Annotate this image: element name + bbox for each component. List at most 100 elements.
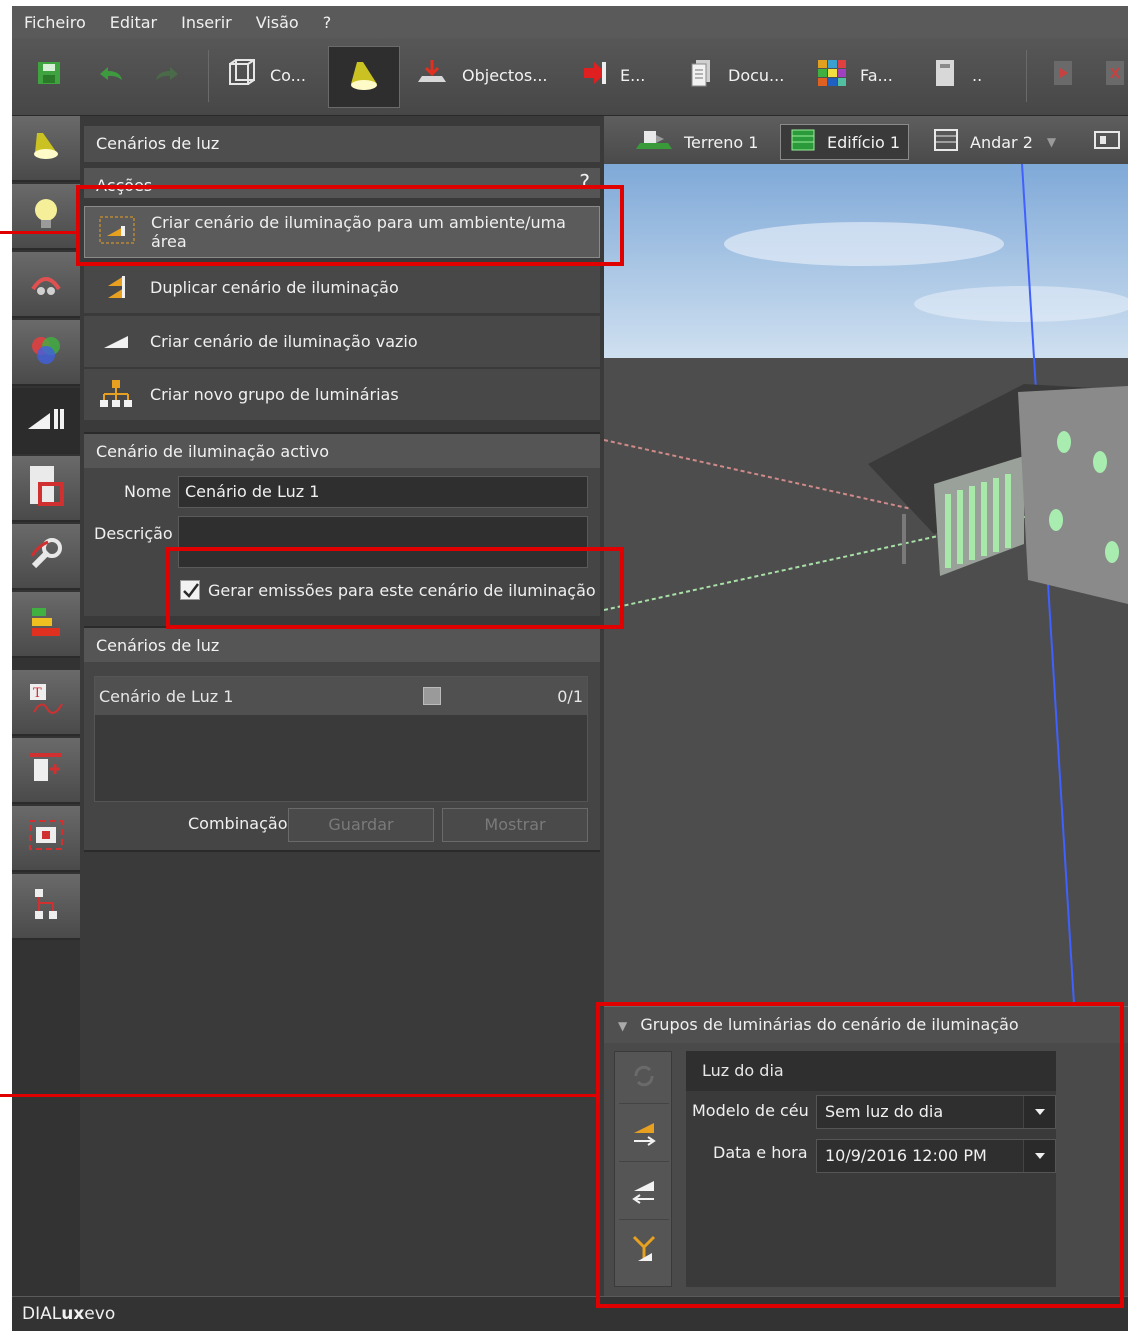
toolbar-light-scenes[interactable] (328, 46, 400, 108)
building-block (1018, 386, 1128, 604)
tab-hierarchy[interactable] (12, 874, 80, 940)
stop-button[interactable] (1104, 50, 1128, 100)
duplicate-scene-icon (98, 272, 134, 304)
action-duplicate-scene[interactable]: Duplicar cenário de iluminação (84, 262, 600, 314)
color-icon (29, 333, 63, 371)
bulb-icon (31, 196, 61, 236)
svg-text:T: T (33, 686, 42, 701)
highlight-create-scene (76, 185, 624, 266)
toolbar-objects-label: Objectos... (462, 65, 548, 85)
documentation-icon (688, 58, 714, 92)
toolbar-export[interactable]: E... (580, 50, 645, 100)
luminaire-group-icon (98, 378, 134, 412)
highlight-emissions (166, 547, 624, 629)
action-create-empty-scene[interactable]: Criar cenário de iluminação vazio (84, 316, 600, 368)
toolbar-door[interactable]: .. (932, 50, 982, 100)
menubar: Ficheiro Editar Inserir Visão ? (12, 6, 1128, 38)
tab-colors[interactable] (12, 320, 80, 386)
save-combination-button[interactable]: Guardar (288, 808, 434, 842)
highlight-line-bottom (0, 1094, 596, 1097)
toolbar-export-label: E... (620, 65, 646, 85)
tab-light-scenes[interactable] (12, 388, 80, 454)
view-tabs: Terreno 1 Edifício 1 Andar 2 ▼ (604, 116, 1128, 164)
chevron-down-icon[interactable]: ▼ (1047, 135, 1056, 149)
objects-icon (416, 58, 450, 92)
tab-room[interactable] (1084, 124, 1128, 160)
toolbar-documentation[interactable]: Docu... (688, 50, 784, 100)
tab-floor[interactable]: Andar 2 ▼ (924, 124, 1064, 160)
action-duplicate-scene-label: Duplicar cenário de iluminação (150, 278, 399, 297)
menu-inserir[interactable]: Inserir (169, 13, 244, 32)
window-icon (28, 751, 64, 789)
brand-pre: DIAL (22, 1304, 62, 1324)
floor-icon (932, 127, 962, 157)
light-scenes-icon (347, 58, 381, 96)
play-icon (1052, 59, 1076, 91)
tab-terrain-label: Terreno 1 (684, 132, 759, 152)
screen-icon (28, 819, 64, 857)
name-field[interactable]: Cenário de Luz 1 (178, 476, 588, 508)
combination-label: Combinação (188, 814, 288, 833)
wrench-icon (28, 536, 64, 576)
tab-floor-label: Andar 2 (970, 132, 1033, 152)
undo-button[interactable] (96, 50, 126, 100)
toolbar-facade[interactable]: Fa... (816, 50, 893, 100)
undo-icon (96, 60, 126, 90)
menu-visao[interactable]: Visão (244, 13, 311, 32)
tab-tools[interactable] (12, 252, 80, 318)
play-button[interactable] (1052, 50, 1076, 100)
scene-checkbox[interactable] (423, 687, 441, 705)
light-scene-tab-icon (26, 403, 66, 437)
tools-icon (29, 265, 63, 303)
tab-calculation[interactable] (12, 524, 80, 590)
scene-name: Cenário de Luz 1 (99, 687, 234, 706)
building-icon (789, 127, 819, 157)
toolbar-construction[interactable]: Co... (226, 50, 306, 100)
redo-button[interactable] (152, 50, 182, 100)
name-label: Nome (124, 482, 172, 501)
toolbar-door-label: .. (972, 65, 983, 85)
menu-ficheiro[interactable]: Ficheiro (12, 13, 98, 32)
room-icon (26, 464, 66, 512)
highlight-line-top (0, 231, 76, 234)
tab-terrain[interactable]: Terreno 1 (626, 124, 766, 160)
scenes-header: Cenários de luz (84, 626, 600, 662)
light-scenes-panel: Cenários de luz Acções ? Criar cenário d… (84, 116, 600, 1296)
show-combination-button[interactable]: Mostrar (442, 808, 588, 842)
tab-luminaires[interactable] (12, 116, 80, 182)
highlight-groups-panel (596, 1002, 1124, 1308)
energy-icon (28, 606, 64, 642)
text-curve-icon: T (28, 682, 64, 722)
tab-building[interactable]: Edifício 1 (780, 124, 910, 160)
tab-rooms[interactable] (12, 456, 80, 522)
toolbar-objects[interactable]: Objectos... (416, 50, 548, 100)
toolbar-documentation-label: Docu... (728, 65, 785, 85)
menu-editar[interactable]: Editar (98, 13, 169, 32)
list-item[interactable]: Cenário de Luz 1 0/1 (95, 677, 587, 715)
main-toolbar: Co... Objectos... E... Docu... Fa... .. (12, 38, 1128, 116)
facade-icon (816, 58, 848, 92)
tab-text[interactable]: T (12, 670, 80, 736)
panel-title: Cenários de luz (84, 126, 600, 162)
menu-help[interactable]: ? (311, 13, 344, 32)
tab-window[interactable] (12, 738, 80, 804)
door-icon (932, 58, 958, 92)
tab-energy[interactable] (12, 592, 80, 658)
tab-screen[interactable] (12, 806, 80, 872)
mode-tabs: T (12, 116, 80, 1296)
action-create-empty-scene-label: Criar cenário de iluminação vazio (150, 332, 418, 351)
redo-icon (152, 60, 182, 90)
hierarchy-icon (31, 887, 61, 925)
scenes-section: Cenário de Luz 1 0/1 Combinação Guardar … (84, 662, 600, 852)
room-view-icon (1092, 127, 1122, 157)
active-scene-header: Cenário de iluminação activo (84, 432, 600, 468)
action-create-luminaire-group[interactable]: Criar novo grupo de luminárias (84, 369, 600, 421)
description-label: Descrição (94, 524, 173, 543)
action-create-luminaire-group-label: Criar novo grupo de luminárias (150, 385, 399, 404)
terrain-icon (634, 127, 674, 157)
brand-post: evo (84, 1304, 116, 1324)
save-button[interactable] (36, 50, 62, 100)
tab-bulb[interactable] (12, 184, 80, 250)
brand-bold: ux (61, 1304, 85, 1324)
tab-building-label: Edifício 1 (827, 132, 901, 152)
